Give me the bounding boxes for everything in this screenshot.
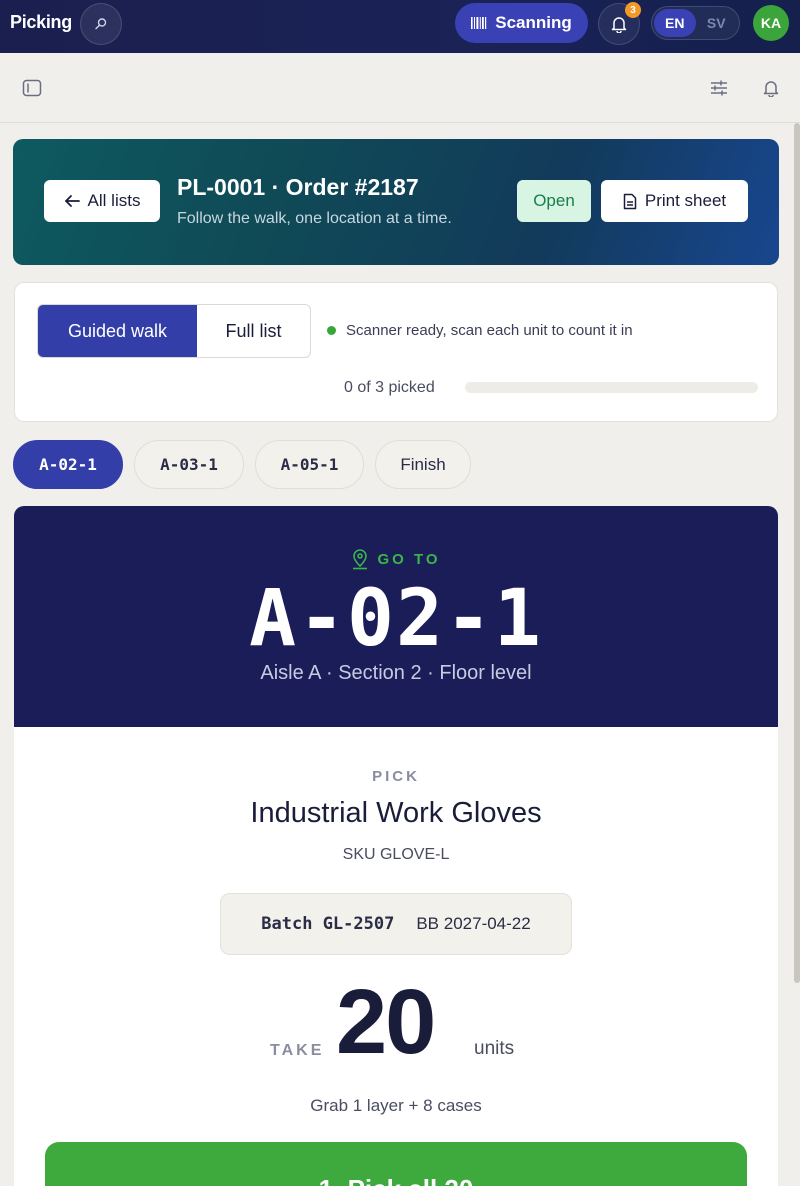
all-lists-button[interactable]: All lists — [44, 180, 160, 222]
bell-icon — [611, 17, 627, 33]
pick-hint: Grab 1 layer + 8 cases — [310, 1096, 482, 1115]
print-sheet-label: Print sheet — [644, 191, 727, 210]
arrow-left-icon — [64, 195, 80, 207]
product-sku: SKU GLOVE-L — [342, 846, 450, 863]
bell-icon — [763, 81, 779, 97]
lang-sv[interactable]: SV — [696, 9, 738, 37]
guided-walk-tab[interactable]: Guided walk — [38, 305, 197, 357]
best-before-date: BB 2027-04-22 — [416, 914, 531, 933]
goto-label: GO TO — [14, 548, 778, 570]
all-lists-label: All lists — [87, 191, 141, 210]
search-icon — [95, 18, 107, 30]
scanner-status: Scanner ready, scan each unit to count i… — [327, 322, 633, 339]
full-list-tab[interactable]: Full list — [197, 305, 310, 357]
mode-card: Guided walk Full list Scanner ready, sca… — [14, 282, 778, 422]
lang-en[interactable]: EN — [654, 9, 696, 37]
location-chip-a-03-1[interactable]: A-03-1 — [134, 440, 244, 489]
search-button[interactable] — [80, 3, 122, 45]
pick-label: PICK — [372, 768, 420, 785]
print-sheet-button[interactable]: Print sheet — [601, 180, 748, 222]
sidebar-toggle-button[interactable] — [21, 77, 43, 99]
finish-chip[interactable]: Finish — [375, 440, 471, 489]
document-icon — [623, 193, 637, 209]
pick-quantity: 20 — [336, 971, 436, 1073]
location-pin-icon — [353, 549, 368, 570]
status-badge: Open — [517, 180, 591, 222]
pick-card: GO TO A-02-1 Aisle A · Section 2 · Floor… — [14, 506, 778, 1186]
scanning-button[interactable]: Scanning — [455, 3, 588, 43]
pick-list-header: All lists PL-0001 · Order #2187 Follow t… — [13, 139, 779, 265]
language-toggle[interactable]: EN SV — [651, 6, 740, 40]
product-name: Industrial Work Gloves — [250, 797, 542, 829]
location-chip-a-02-1[interactable]: A-02-1 — [13, 440, 123, 489]
toolbar — [0, 53, 800, 123]
notifications-button[interactable]: 3 — [598, 2, 641, 45]
sidebar-toggle-icon — [22, 79, 42, 97]
scanner-status-text: Scanner ready, scan each unit to count i… — [346, 322, 633, 339]
view-mode-toggle: Guided walk Full list — [37, 304, 311, 358]
progress-text: 0 of 3 picked — [344, 379, 435, 396]
top-bar: Picking Scanning 3 EN SV KA — [0, 0, 800, 53]
location-detail: Aisle A · Section 2 · Floor level — [260, 662, 532, 684]
location-code: A-02-1 — [249, 574, 543, 664]
filters-button[interactable] — [708, 77, 730, 99]
toolbar-notifications-button[interactable] — [760, 77, 782, 99]
notification-badge: 3 — [625, 2, 641, 18]
take-label: TAKE — [270, 1042, 325, 1059]
progress-bar — [465, 382, 758, 393]
barcode-icon — [471, 17, 487, 29]
status-dot-icon — [327, 326, 336, 335]
batch-info: Batch GL-2507 BB 2027-04-22 — [220, 893, 572, 955]
page-scrollbar[interactable] — [794, 123, 800, 983]
batch-code: Batch GL-2507 — [261, 914, 395, 934]
goto-label-text: GO TO — [377, 550, 441, 568]
avatar[interactable]: KA — [753, 5, 789, 41]
scanning-label: Scanning — [495, 13, 572, 32]
sliders-icon — [711, 80, 727, 96]
quantity-unit: units — [474, 1038, 515, 1059]
location-chip-a-05-1[interactable]: A-05-1 — [255, 440, 364, 489]
app-title: Picking — [10, 12, 72, 32]
goto-panel: GO TO A-02-1 Aisle A · Section 2 · Floor… — [14, 506, 778, 727]
pick-all-label: 1. Pick all 20 — [319, 1174, 474, 1186]
page-subtitle: Follow the walk, one location at a time. — [177, 210, 452, 227]
pick-all-button[interactable]: 1. Pick all 20 — [45, 1142, 747, 1186]
page-title: PL-0001 · Order #2187 — [177, 174, 419, 200]
